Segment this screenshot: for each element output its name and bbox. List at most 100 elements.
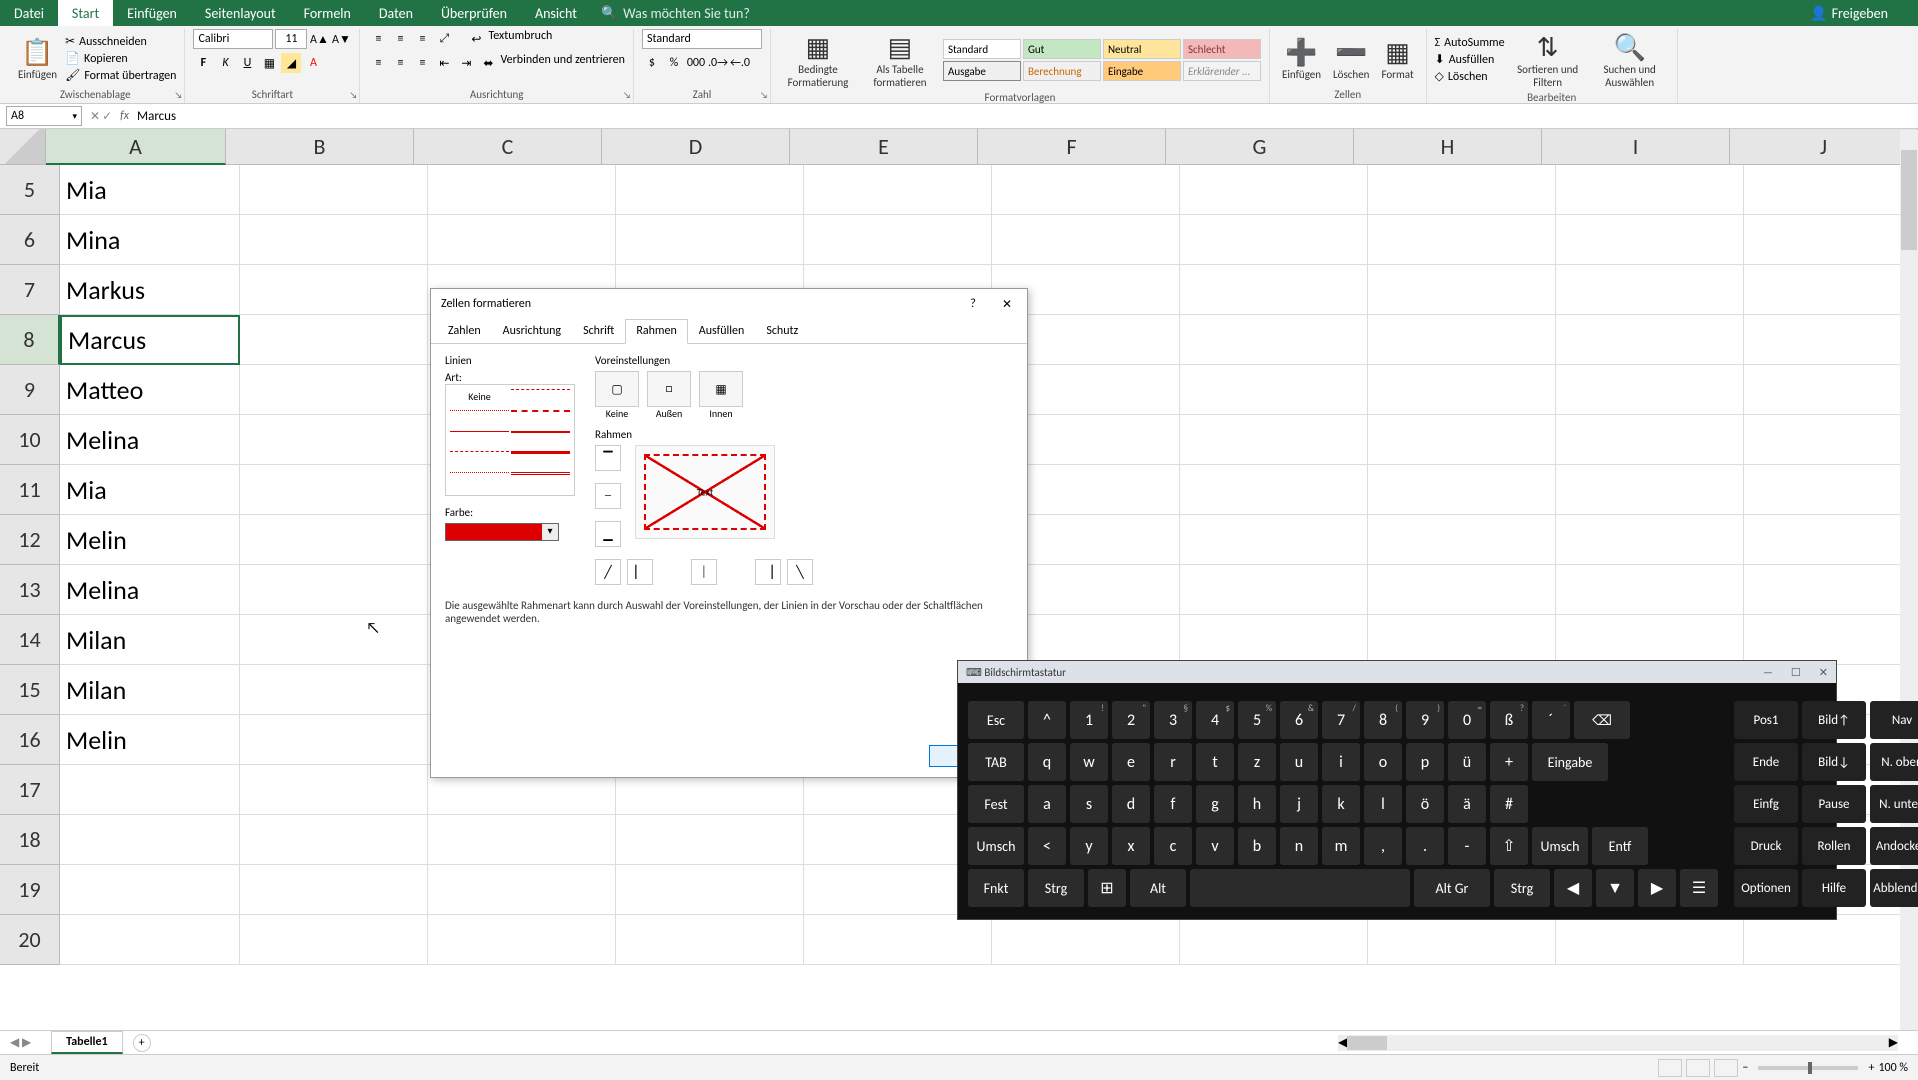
cell-B11[interactable]: [240, 465, 428, 515]
cell-A5[interactable]: Mia: [60, 165, 240, 215]
grow-font-button[interactable]: A▲: [309, 29, 329, 49]
osk-key-Esc[interactable]: Esc: [968, 701, 1024, 739]
cell-E6[interactable]: [804, 215, 992, 265]
osk-key-x[interactable]: x: [1112, 827, 1150, 865]
osk-key-j[interactable]: j: [1280, 785, 1318, 823]
dialog-title-bar[interactable]: Zellen formatieren ? ✕: [431, 289, 1027, 319]
zoom-out-button[interactable]: −: [1742, 1061, 1748, 1075]
italic-button[interactable]: K: [215, 53, 235, 73]
row-header-13[interactable]: 13: [0, 565, 60, 615]
border-hmiddle-button[interactable]: ─: [595, 483, 621, 509]
cell-A7[interactable]: Markus: [60, 265, 240, 315]
delete-cells-button[interactable]: ➖Löschen: [1329, 34, 1373, 83]
cell-J20[interactable]: [1744, 915, 1918, 965]
osk-key-^[interactable]: ^: [1028, 701, 1066, 739]
increase-decimal-button[interactable]: .0→: [708, 53, 728, 73]
formula-input[interactable]: Marcus: [137, 109, 1918, 124]
osk-key-◀[interactable]: ◀: [1554, 869, 1592, 907]
cell-J5[interactable]: [1744, 165, 1918, 215]
cell-H9[interactable]: [1368, 365, 1556, 415]
osk-key-w[interactable]: w: [1070, 743, 1108, 781]
osk-key-´[interactable]: ´`: [1532, 701, 1570, 739]
line-style-dash[interactable]: [511, 389, 570, 403]
cell-H10[interactable]: [1368, 415, 1556, 465]
sheet-nav[interactable]: ◀ ▶: [10, 1035, 31, 1050]
osk-side-key-Abblenden[interactable]: Abblenden: [1870, 869, 1918, 907]
cell-D6[interactable]: [616, 215, 804, 265]
decrease-decimal-button[interactable]: ←.0: [730, 53, 750, 73]
cell-J8[interactable]: [1744, 315, 1918, 365]
osk-side-key-Pause[interactable]: Pause: [1802, 785, 1866, 823]
cell-H7[interactable]: [1368, 265, 1556, 315]
osk-key-g[interactable]: g: [1196, 785, 1234, 823]
osk-side-key-Pos1[interactable]: Pos1: [1734, 701, 1798, 739]
cell-G6[interactable]: [1180, 215, 1368, 265]
osk-key-+[interactable]: +: [1490, 743, 1528, 781]
column-header-A[interactable]: A: [46, 129, 226, 165]
cell-I6[interactable]: [1556, 215, 1744, 265]
cell-I10[interactable]: [1556, 415, 1744, 465]
align-bottom-button[interactable]: ≡: [412, 29, 432, 49]
cell-D5[interactable]: [616, 165, 804, 215]
line-style-list[interactable]: Keine: [445, 384, 575, 496]
osk-key-y[interactable]: y: [1070, 827, 1108, 865]
font-size-select[interactable]: 11: [275, 29, 307, 49]
enter-formula-icon[interactable]: ✓: [102, 109, 112, 124]
dialog-tab-schutz[interactable]: Schutz: [755, 319, 809, 343]
osk-key-Strg[interactable]: Strg: [1494, 869, 1550, 907]
cell-A17[interactable]: [60, 765, 240, 815]
cancel-formula-icon[interactable]: ✕: [90, 109, 100, 124]
dialog-help-button[interactable]: ?: [963, 297, 983, 312]
clipboard-launcher[interactable]: ↘: [175, 90, 183, 101]
cell-H20[interactable]: [1368, 915, 1556, 965]
osk-key-q[interactable]: q: [1028, 743, 1066, 781]
cell-B14[interactable]: [240, 615, 428, 665]
autosum-button[interactable]: Σ AutoSumme: [1435, 36, 1505, 50]
format-as-table-button[interactable]: ▤Als Tabelle formatieren: [861, 29, 939, 91]
row-header-20[interactable]: 20: [0, 915, 60, 965]
row-header-18[interactable]: 18: [0, 815, 60, 865]
osk-key-u[interactable]: u: [1280, 743, 1318, 781]
style-berechnung[interactable]: Berechnung: [1023, 61, 1101, 81]
cell-B13[interactable]: [240, 565, 428, 615]
osk-key-c[interactable]: c: [1154, 827, 1192, 865]
cell-C6[interactable]: [428, 215, 616, 265]
cell-A18[interactable]: [60, 815, 240, 865]
osk-key-i[interactable]: i: [1322, 743, 1360, 781]
osk-key-0[interactable]: 0=: [1448, 701, 1486, 739]
osk-key-s[interactable]: s: [1070, 785, 1108, 823]
percent-button[interactable]: %: [664, 53, 684, 73]
cell-I14[interactable]: [1556, 615, 1744, 665]
cell-H8[interactable]: [1368, 315, 1556, 365]
cell-A9[interactable]: Matteo: [60, 365, 240, 415]
line-style-dashdot[interactable]: [450, 451, 509, 465]
line-style-dash2[interactable]: [511, 410, 570, 424]
cell-I8[interactable]: [1556, 315, 1744, 365]
osk-key--[interactable]: -: [1448, 827, 1486, 865]
osk-maximize-button[interactable]: ☐: [1791, 666, 1801, 679]
fx-icon[interactable]: fx: [120, 109, 129, 123]
cell-I12[interactable]: [1556, 515, 1744, 565]
row-header-12[interactable]: 12: [0, 515, 60, 565]
osk-key-l[interactable]: l: [1364, 785, 1402, 823]
border-diag-up-button[interactable]: ╱: [595, 559, 621, 585]
cell-H12[interactable]: [1368, 515, 1556, 565]
osk-key-o[interactable]: o: [1364, 743, 1402, 781]
row-header-14[interactable]: 14: [0, 615, 60, 665]
row-header-17[interactable]: 17: [0, 765, 60, 815]
cell-A19[interactable]: [60, 865, 240, 915]
cell-B12[interactable]: [240, 515, 428, 565]
osk-side-key-Ende[interactable]: Ende: [1734, 743, 1798, 781]
cell-B17[interactable]: [240, 765, 428, 815]
osk-close-button[interactable]: ✕: [1819, 666, 1828, 679]
border-right-button[interactable]: ▕: [755, 559, 781, 585]
osk-key-Eingabe[interactable]: Eingabe: [1532, 743, 1608, 781]
border-bottom-button[interactable]: ▁: [595, 521, 621, 547]
osk-key-8[interactable]: 8(: [1364, 701, 1402, 739]
cell-B9[interactable]: [240, 365, 428, 415]
column-header-H[interactable]: H: [1354, 129, 1542, 165]
tab-einfuegen[interactable]: Einfügen: [113, 0, 191, 26]
normal-view-button[interactable]: [1658, 1059, 1682, 1077]
osk-key-,[interactable]: ,: [1364, 827, 1402, 865]
font-color-button[interactable]: A: [303, 53, 323, 73]
